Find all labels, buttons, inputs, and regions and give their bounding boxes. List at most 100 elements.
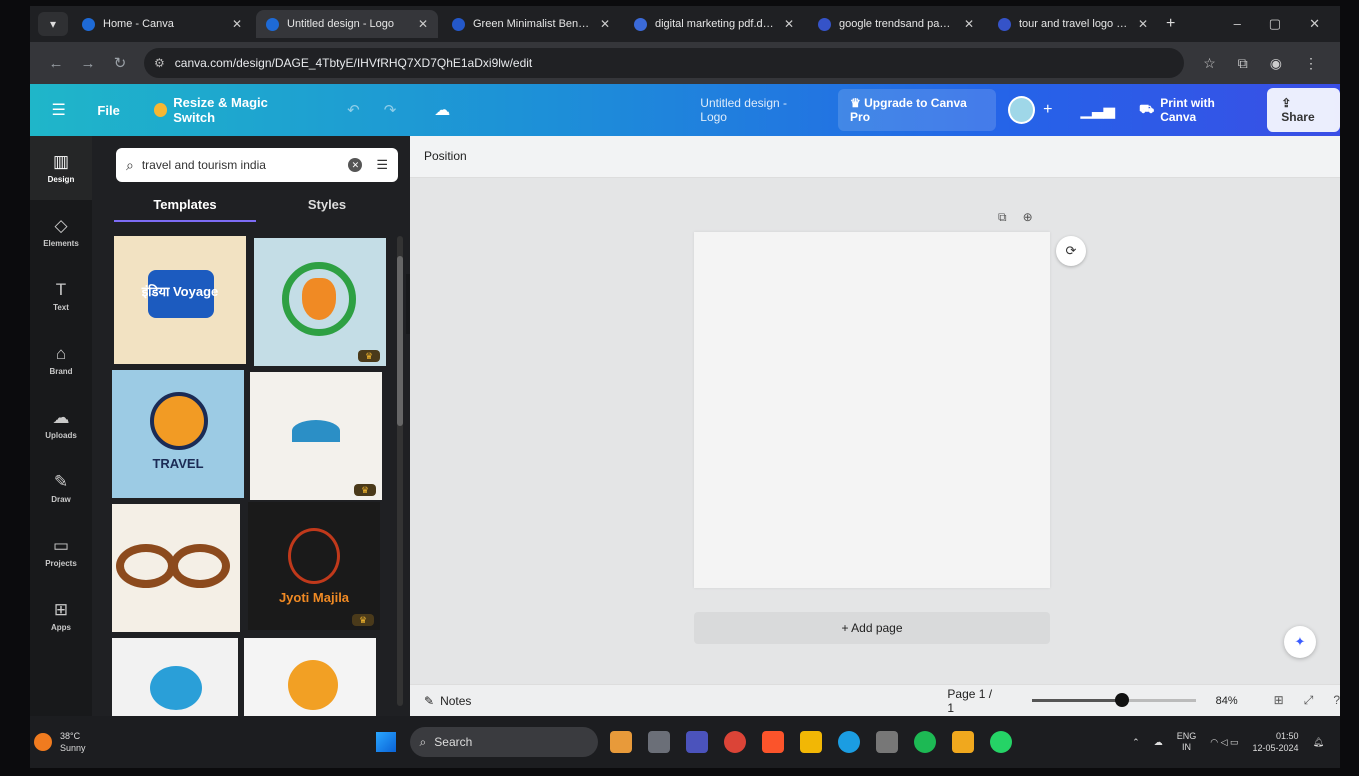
browser-tab[interactable]: Home - Canva ✕ xyxy=(72,10,252,38)
sun-icon xyxy=(34,733,52,751)
file-explorer-icon[interactable] xyxy=(799,731,822,753)
widgets-app-icon[interactable] xyxy=(609,731,632,753)
whatsapp-icon[interactable] xyxy=(989,731,1012,753)
template-card[interactable]: इंडिया Voyage xyxy=(114,236,246,364)
close-window-icon[interactable]: ✕ xyxy=(1309,16,1320,32)
rail-item-text[interactable]: T Text xyxy=(30,264,92,328)
template-card[interactable]: ♛ xyxy=(254,238,386,366)
scroll-thumb[interactable] xyxy=(397,256,403,426)
add-page-button[interactable]: + Add page xyxy=(694,612,1050,644)
upgrade-button[interactable]: ♛ Upgrade to Canva Pro xyxy=(838,89,997,131)
template-card[interactable]: TRAVEL xyxy=(112,370,244,498)
template-search-input[interactable]: ⌕ travel and tourism india ✕ ☰ xyxy=(116,148,398,182)
browser-tab[interactable]: google trendsand paste it ✕ xyxy=(808,10,984,38)
browser-tab[interactable]: digital marketing pdf.doc ✕ xyxy=(624,10,804,38)
help-icon[interactable]: ? xyxy=(1333,693,1340,708)
close-tab-icon[interactable]: ✕ xyxy=(600,17,610,31)
undo-icon[interactable]: ↶ xyxy=(347,101,360,119)
cloud-save-icon[interactable]: ☁ xyxy=(434,100,450,120)
browser-tab[interactable]: tour and travel logo desig ✕ xyxy=(988,10,1158,38)
clear-search-icon[interactable]: ✕ xyxy=(348,158,363,172)
close-tab-icon[interactable]: ✕ xyxy=(418,17,428,31)
panel-scrollbar[interactable] xyxy=(397,236,403,706)
add-page-icon[interactable]: ⊕ xyxy=(1023,210,1033,225)
tray-chevron-icon[interactable]: ⌃ xyxy=(1132,737,1140,748)
taskbar-search[interactable]: ⌕ Search xyxy=(409,727,598,757)
browser-tab[interactable]: Green Minimalist Benefits ✕ xyxy=(442,10,620,38)
insights-icon[interactable]: ▁▃▅ xyxy=(1080,101,1115,119)
site-info-icon[interactable]: ⚙ xyxy=(154,56,165,70)
rail-item-brand[interactable]: ⌂ Brand xyxy=(30,328,92,392)
rail-item-design[interactable]: ▥ Design xyxy=(30,136,92,200)
zoom-slider[interactable] xyxy=(1032,693,1196,707)
add-collaborator-icon[interactable]: + xyxy=(1043,101,1052,119)
reload-icon[interactable]: ↻ xyxy=(104,54,136,72)
notification-bell-icon[interactable]: 🔔︎ xyxy=(1313,737,1324,748)
filter-icon[interactable]: ☰ xyxy=(376,157,388,173)
store-icon[interactable] xyxy=(875,731,898,753)
avatar[interactable] xyxy=(1008,96,1036,124)
template-card[interactable]: ♛ xyxy=(250,372,382,500)
close-tab-icon[interactable]: ✕ xyxy=(964,17,974,31)
panel-tabs: Templates Styles xyxy=(114,192,398,222)
edge-icon[interactable] xyxy=(837,731,860,753)
rail-item-elements[interactable]: ◇ Elements xyxy=(30,200,92,264)
weather-widget[interactable]: 38°C Sunny xyxy=(34,730,86,754)
power-bi-icon[interactable] xyxy=(951,731,974,753)
grid-view-icon[interactable]: ⊞ xyxy=(1274,693,1284,708)
rail-item-uploads[interactable]: ☁ Uploads xyxy=(30,392,92,456)
position-button[interactable]: Position xyxy=(424,149,467,163)
language-indicator[interactable]: ENG IN xyxy=(1177,731,1197,753)
menu-icon[interactable]: ☰ xyxy=(30,100,87,120)
redo-icon[interactable]: ↷ xyxy=(384,101,397,119)
cloud-tray-icon[interactable]: ☁ xyxy=(1154,737,1163,748)
zoom-value[interactable]: 84% xyxy=(1216,695,1238,707)
browser-menu-icon[interactable]: ⋮ xyxy=(1304,55,1318,72)
rail-item-apps[interactable]: ⊞ Apps xyxy=(30,584,92,648)
close-tab-icon[interactable]: ✕ xyxy=(784,17,794,31)
forward-icon[interactable]: → xyxy=(72,55,104,72)
windows-start-icon[interactable] xyxy=(375,732,396,752)
design-title[interactable]: Untitled design - Logo xyxy=(700,96,812,124)
resize-magic-switch-button[interactable]: Resize & Magic Switch xyxy=(153,95,307,125)
zoom-knob[interactable] xyxy=(1114,693,1129,707)
url-input[interactable]: ⚙ canva.com/design/DAGE_4TbtyE/IHVfRHQ7X… xyxy=(144,48,1184,78)
print-with-canva-button[interactable]: ⛟ Print with Canva xyxy=(1139,96,1249,124)
browser-tab[interactable]: Untitled design - Logo ✕ xyxy=(256,10,438,38)
file-menu[interactable]: File xyxy=(97,103,119,118)
minimize-icon[interactable]: – xyxy=(1234,16,1241,32)
chrome-icon[interactable] xyxy=(723,731,746,753)
teams-icon[interactable] xyxy=(685,731,708,753)
fullscreen-icon[interactable]: ⤢ xyxy=(1304,693,1314,708)
tab-templates[interactable]: Templates xyxy=(114,192,256,222)
region-code: IN xyxy=(1181,742,1191,752)
template-card[interactable]: Jyoti Majila ♛ xyxy=(248,502,380,630)
wifi-volume-battery-icons[interactable]: ◠ ◁ ▭ xyxy=(1210,737,1238,748)
template-card[interactable] xyxy=(112,504,240,632)
clock[interactable]: 01:50 12-05-2024 xyxy=(1253,730,1299,754)
rail-item-projects[interactable]: ▭ Projects xyxy=(30,520,92,584)
extensions-icon[interactable]: ⧉ xyxy=(1238,55,1248,72)
close-tab-icon[interactable]: ✕ xyxy=(232,17,242,31)
tab-search-button[interactable]: ▾ xyxy=(38,12,68,36)
magic-assistant-icon[interactable]: ✦ xyxy=(1284,626,1316,658)
brave-icon[interactable] xyxy=(761,731,784,753)
template-card[interactable]: Travel xyxy=(112,638,238,716)
design-canvas[interactable] xyxy=(694,232,1050,588)
rail-item-draw[interactable]: ✎ Draw xyxy=(30,456,92,520)
tab-styles[interactable]: Styles xyxy=(256,192,398,222)
template-card[interactable]: Wanderer xyxy=(244,638,376,716)
regenerate-icon[interactable]: ⟳ xyxy=(1056,236,1086,266)
close-tab-icon[interactable]: ✕ xyxy=(1138,17,1148,31)
profile-icon[interactable]: ◉ xyxy=(1270,55,1282,72)
notes-button[interactable]: ✎ Notes xyxy=(424,694,471,708)
new-tab-button[interactable]: + xyxy=(1166,15,1175,33)
task-view-icon[interactable] xyxy=(647,731,670,753)
back-icon[interactable]: ← xyxy=(40,55,72,72)
maximize-icon[interactable]: ▢ xyxy=(1269,16,1281,32)
duplicate-page-icon[interactable]: ⧉ xyxy=(998,210,1007,225)
green-app-icon[interactable] xyxy=(913,731,936,753)
page-indicator[interactable]: Page 1 / 1 xyxy=(947,687,1002,715)
bookmark-star-icon[interactable]: ☆ xyxy=(1203,55,1216,72)
share-button[interactable]: ⇪ Share xyxy=(1267,88,1340,132)
